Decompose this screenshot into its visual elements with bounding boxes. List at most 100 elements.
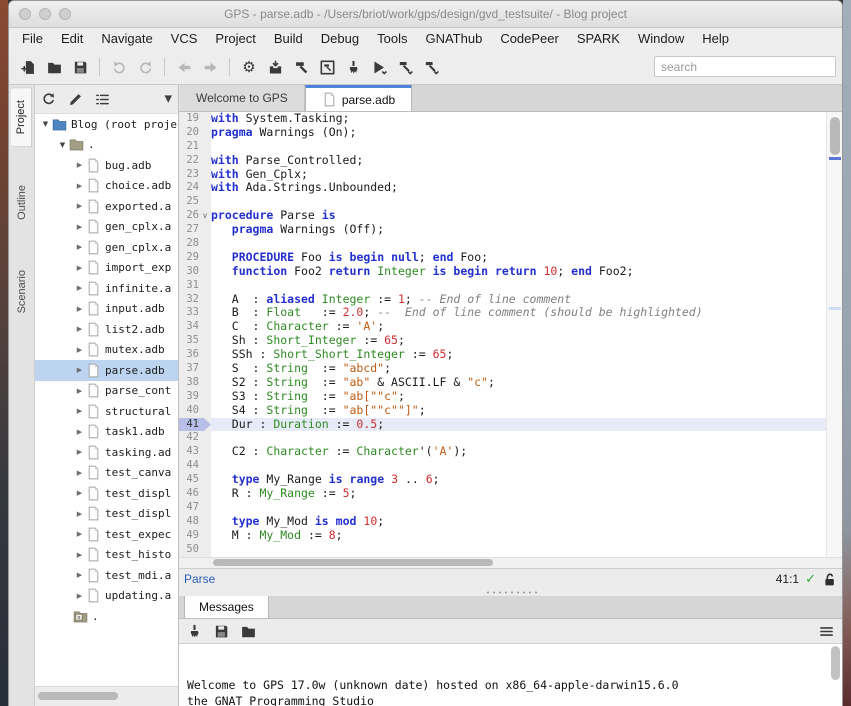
tab-messages[interactable]: Messages [184, 596, 269, 618]
messages-console[interactable]: Welcome to GPS 17.0w (unknown date) host… [179, 644, 842, 706]
code-line-32[interactable]: 32 A : aliased Integer := 1; -- End of l… [179, 293, 842, 307]
code-line-33[interactable]: 33 B : Float := 2.0; -- End of line comm… [179, 306, 842, 320]
menu-tools[interactable]: Tools [368, 28, 416, 50]
save-button[interactable] [214, 624, 229, 639]
menu-debug[interactable]: Debug [312, 28, 368, 50]
build-and-run-button[interactable] [392, 54, 418, 80]
tree-item--[interactable]: ▼. [35, 135, 178, 156]
code-line-49[interactable]: 49 M : My_Mod := 8; [179, 529, 842, 543]
forward-button[interactable] [197, 54, 223, 80]
expand-arrow-icon[interactable]: ▶ [73, 346, 86, 354]
code-line-35[interactable]: 35 Sh : Short_Integer := 65; [179, 334, 842, 348]
tree-item-test-mdi-a[interactable]: ▶test_mdi.a [35, 565, 178, 586]
tree-item-task1-adb[interactable]: ▶task1.adb [35, 422, 178, 443]
line-number[interactable]: 46 [179, 487, 199, 501]
menu-edit[interactable]: Edit [52, 28, 92, 50]
expand-arrow-icon[interactable]: ▶ [73, 305, 86, 313]
code-line-45[interactable]: 45 type My_Range is range 3 .. 6; [179, 473, 842, 487]
expand-arrow-icon[interactable]: ▶ [73, 182, 86, 190]
code-line-26[interactable]: 26∨procedure Parse is [179, 209, 842, 223]
expand-arrow-icon[interactable]: ▶ [73, 325, 86, 333]
line-number[interactable]: 27 [179, 223, 199, 237]
tree-item-choice-adb[interactable]: ▶choice.adb [35, 176, 178, 197]
code-line-46[interactable]: 46 R : My_Range := 5; [179, 487, 842, 501]
line-number[interactable]: 24 [179, 181, 199, 195]
expand-arrow-icon[interactable]: ▶ [73, 592, 86, 600]
code-line-43[interactable]: 43 C2 : Character := Character'('A'); [179, 445, 842, 459]
code-line-30[interactable]: 30 function Foo2 return Integer is begin… [179, 265, 842, 279]
new-file-button[interactable] [15, 54, 41, 80]
code-line-40[interactable]: 40 S4 : String := "ab[""c""]"; [179, 404, 842, 418]
code-line-29[interactable]: 29 PROCEDURE Foo is begin null; end Foo; [179, 251, 842, 265]
expand-arrow-icon[interactable]: ▶ [73, 489, 86, 497]
project-tree-hscrollbar[interactable] [35, 686, 178, 706]
menu-codepeer[interactable]: CodePeer [491, 28, 568, 50]
code-line-48[interactable]: 48 type My_Mod is mod 10; [179, 515, 842, 529]
menu-file[interactable]: File [13, 28, 52, 50]
tree-item-structural[interactable]: ▶structural [35, 401, 178, 422]
expand-arrow-icon[interactable]: ▶ [73, 469, 86, 477]
side-tab-project[interactable]: Project [11, 87, 32, 147]
code-line-28[interactable]: 28 [179, 237, 842, 251]
back-button[interactable] [171, 54, 197, 80]
line-number[interactable]: 22 [179, 154, 199, 168]
menu-vcs[interactable]: VCS [162, 28, 207, 50]
zoom-window-button[interactable] [59, 8, 71, 20]
line-number[interactable]: 40 [179, 404, 199, 418]
line-number[interactable]: 23 [179, 168, 199, 182]
clean-button[interactable] [340, 54, 366, 80]
expand-arrow-icon[interactable]: ▶ [73, 243, 86, 251]
menu-caret-button[interactable]: ▾ [164, 90, 172, 108]
tree-item-test-expec[interactable]: ▶test_expec [35, 524, 178, 545]
side-tab-outline[interactable]: Outline [12, 173, 32, 232]
code-line-22[interactable]: 22with Parse_Controlled; [179, 154, 842, 168]
tree-item-gen-cplx-a[interactable]: ▶gen_cplx.a [35, 237, 178, 258]
build-all-button[interactable] [418, 54, 444, 80]
status-context-link[interactable]: Parse [184, 572, 215, 586]
line-number[interactable]: 43 [179, 445, 199, 459]
save-button[interactable] [67, 54, 93, 80]
tree-item-bug-adb[interactable]: ▶bug.adb [35, 155, 178, 176]
tree-item-list2-adb[interactable]: ▶list2.adb [35, 319, 178, 340]
refresh-button[interactable] [41, 92, 56, 107]
code-line-50[interactable]: 50 [179, 543, 842, 557]
line-number[interactable]: 34 [179, 320, 199, 334]
tree-item-test-displ[interactable]: ▶test_displ [35, 483, 178, 504]
tree-item-parse-adb[interactable]: ▶parse.adb [35, 360, 178, 381]
search-input[interactable] [654, 56, 836, 77]
editor-vscroll-thumb[interactable] [830, 117, 840, 155]
line-number[interactable]: 19 [179, 112, 199, 126]
line-number[interactable]: 38 [179, 376, 199, 390]
tree-item-parse-cont[interactable]: ▶parse_cont [35, 381, 178, 402]
line-number[interactable]: 29 [179, 251, 199, 265]
tree-item-gen-cplx-a[interactable]: ▶gen_cplx.a [35, 217, 178, 238]
tree-item-updating-a[interactable]: ▶updating.a [35, 586, 178, 607]
install-button[interactable] [262, 54, 288, 80]
line-number[interactable]: 49 [179, 529, 199, 543]
undo-button[interactable] [106, 54, 132, 80]
build-main-button[interactable]: ⚙ [236, 54, 262, 80]
code-line-47[interactable]: 47 [179, 501, 842, 515]
menu-gnathub[interactable]: GNAThub [416, 28, 491, 50]
line-number[interactable]: 37 [179, 362, 199, 376]
tree-item-test-displ[interactable]: ▶test_displ [35, 504, 178, 525]
line-number[interactable]: 41 [179, 418, 199, 432]
expand-arrow-icon[interactable]: ▶ [73, 202, 86, 210]
expand-arrow-icon[interactable]: ▶ [73, 387, 86, 395]
unlock-icon[interactable] [822, 572, 837, 587]
fold-arrow-icon[interactable]: ∨ [199, 209, 211, 223]
editor-hscroll-thumb[interactable] [213, 559, 493, 566]
code-line-19[interactable]: 19with System.Tasking; [179, 112, 842, 126]
line-number[interactable]: 25 [179, 195, 199, 209]
code-line-27[interactable]: 27 pragma Warnings (Off); [179, 223, 842, 237]
line-number[interactable]: 42 [179, 431, 199, 445]
code-line-23[interactable]: 23with Gen_Cplx; [179, 168, 842, 182]
expand-arrow-icon[interactable]: ▶ [73, 366, 86, 374]
collapse-arrow-icon[interactable]: ▼ [39, 120, 52, 128]
expand-arrow-icon[interactable]: ▶ [73, 264, 86, 272]
menu-navigate[interactable]: Navigate [92, 28, 161, 50]
redo-button[interactable] [132, 54, 158, 80]
line-number[interactable]: 20 [179, 126, 199, 140]
compile-button[interactable] [288, 54, 314, 80]
expand-arrow-icon[interactable]: ▶ [73, 448, 86, 456]
